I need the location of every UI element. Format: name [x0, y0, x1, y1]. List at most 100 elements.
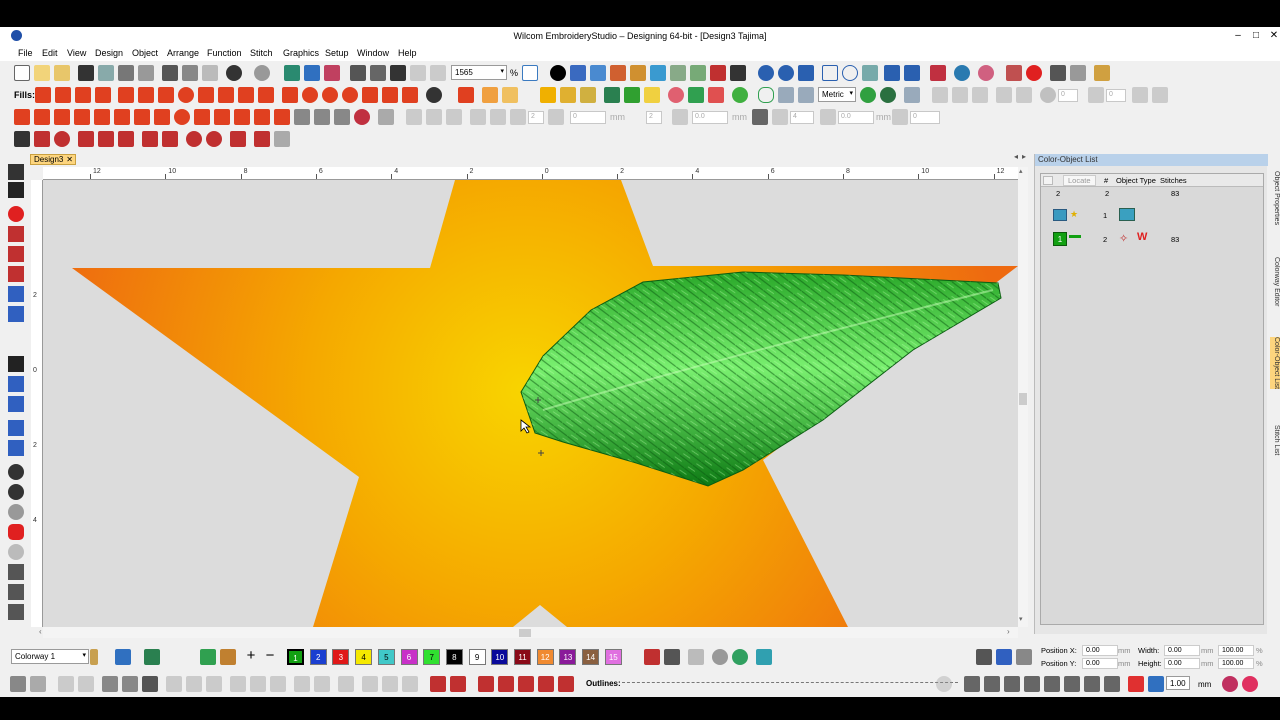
color-palette-icon[interactable]	[710, 65, 726, 81]
shape-1-icon[interactable]	[964, 676, 980, 692]
shape-8-icon[interactable]	[1104, 676, 1120, 692]
scroll-left-icon[interactable]: ‹	[39, 627, 42, 636]
bucket-icon[interactable]	[144, 649, 160, 665]
ripple-fill-icon[interactable]	[342, 87, 358, 103]
effect-18-icon[interactable]	[378, 109, 394, 125]
stitch-b-icon[interactable]	[996, 649, 1012, 665]
spiral-fill-icon[interactable]	[302, 87, 318, 103]
menu-object[interactable]: Object	[132, 48, 158, 58]
shape-g-icon[interactable]	[206, 131, 222, 147]
paste-icon[interactable]	[202, 65, 218, 81]
turning-fill-icon[interactable]	[382, 87, 398, 103]
outline-4-icon[interactable]	[498, 676, 514, 692]
pen-icon[interactable]	[732, 87, 748, 103]
height-icon[interactable]	[672, 109, 688, 125]
satin-fill-icon[interactable]	[35, 87, 51, 103]
color-object-icon[interactable]	[220, 649, 236, 665]
align-e-icon[interactable]	[1016, 87, 1032, 103]
tab-color-object-list[interactable]: Color-Object List	[1270, 337, 1280, 390]
rotate-left-icon[interactable]	[758, 65, 774, 81]
colorway-select[interactable]: Colorway 1 ▾	[11, 649, 89, 664]
3d-icon[interactable]	[334, 109, 350, 125]
tab-object-properties[interactable]: Object Properties	[1270, 171, 1280, 225]
locate-button[interactable]: Locate	[1063, 175, 1096, 186]
minimize-button[interactable]: –	[1231, 30, 1245, 42]
tab-close-icon[interactable]: ✕	[66, 155, 73, 165]
palette-a-icon[interactable]	[644, 649, 660, 665]
spin-a[interactable]: 2	[528, 111, 544, 124]
add-color-icon[interactable]: +	[243, 648, 259, 665]
appliqué-icon[interactable]	[604, 87, 620, 103]
stipple-fill-icon[interactable]	[138, 87, 154, 103]
palette-e-icon[interactable]	[732, 649, 748, 665]
tab-colorway-editor[interactable]: Colorway Editor	[1270, 257, 1280, 306]
spin-c[interactable]: 2	[646, 111, 662, 124]
travel-forward-icon[interactable]	[430, 65, 446, 81]
loop-icon[interactable]	[54, 131, 70, 147]
spin-g[interactable]: 0	[910, 111, 940, 124]
shape-4-icon[interactable]	[1024, 676, 1040, 692]
zoom-tool-icon[interactable]	[370, 65, 386, 81]
outline-3-icon[interactable]	[478, 676, 494, 692]
align-b-icon[interactable]	[952, 87, 968, 103]
menu-window[interactable]: Window	[357, 48, 389, 58]
remove-color-icon[interactable]: −	[262, 648, 278, 665]
cross-stitch-icon[interactable]	[158, 87, 174, 103]
table-icon[interactable]	[798, 87, 814, 103]
grid-fill-icon[interactable]	[778, 87, 794, 103]
knife-icon[interactable]	[904, 65, 920, 81]
ungroup-icon[interactable]	[30, 676, 46, 692]
effect-13-icon[interactable]	[254, 109, 270, 125]
outline-effect-a-icon[interactable]	[1222, 676, 1238, 692]
pattern-fill-icon[interactable]	[75, 87, 91, 103]
stitch-edit-icon[interactable]	[8, 396, 24, 412]
spin-b[interactable]: 0	[570, 111, 606, 124]
stitch-a-icon[interactable]	[976, 649, 992, 665]
spin-e[interactable]: 4	[790, 111, 814, 124]
arrange-a-icon[interactable]	[752, 109, 768, 125]
open-icon[interactable]	[34, 65, 50, 81]
effect-9-icon[interactable]	[174, 109, 190, 125]
arrange-c-icon[interactable]	[820, 109, 836, 125]
reshape-tool-icon[interactable]	[8, 376, 24, 392]
sequence-icon[interactable]	[8, 286, 24, 302]
bitmap-icon[interactable]	[730, 65, 746, 81]
stitch-c-icon[interactable]	[1016, 649, 1032, 665]
trapunto-icon[interactable]	[218, 87, 234, 103]
align-c-icon[interactable]	[972, 87, 988, 103]
tab-design3[interactable]: Design3 ✕	[30, 154, 76, 165]
color-swatch[interactable]: 5	[377, 649, 395, 665]
color-swatch[interactable]: 1	[287, 649, 304, 665]
effect-16-icon[interactable]	[314, 109, 330, 125]
effect-8-icon[interactable]	[154, 109, 170, 125]
print-preview-icon[interactable]	[138, 65, 154, 81]
undo-icon[interactable]	[226, 65, 242, 81]
menu-graphics[interactable]: Graphics	[283, 48, 319, 58]
skew-spin[interactable]: 0	[1106, 89, 1126, 102]
stitch-list-icon[interactable]	[610, 65, 626, 81]
flexi-fill-icon[interactable]	[362, 87, 378, 103]
path-icon[interactable]	[34, 131, 50, 147]
effect-4-icon[interactable]	[74, 109, 90, 125]
menu-stitch[interactable]: Stitch	[250, 48, 273, 58]
palette-c-icon[interactable]	[688, 649, 704, 665]
program-split-icon[interactable]	[118, 87, 134, 103]
color-swatch[interactable]: 7	[423, 649, 441, 665]
distribute-4-icon[interactable]	[362, 676, 378, 692]
rotate-spin[interactable]: 0	[1058, 89, 1078, 102]
width-percent-field[interactable]: 100.00	[1218, 645, 1254, 656]
shape-h-icon[interactable]	[230, 131, 246, 147]
lettering-icon[interactable]	[978, 65, 994, 81]
width-icon[interactable]	[548, 109, 564, 125]
align-d-icon[interactable]	[996, 87, 1012, 103]
unlock-icon[interactable]	[78, 676, 94, 692]
export-icon[interactable]	[98, 65, 114, 81]
align-7-icon[interactable]	[230, 676, 246, 692]
color-swatch[interactable]: 6	[400, 649, 418, 665]
effect-fill-b-icon[interactable]	[482, 87, 498, 103]
shape-c-icon[interactable]	[118, 131, 134, 147]
color-swatch[interactable]: 13	[559, 649, 577, 665]
effect-17-icon[interactable]	[354, 109, 370, 125]
slant-a-icon[interactable]	[1132, 87, 1148, 103]
grid-icon[interactable]	[650, 65, 666, 81]
